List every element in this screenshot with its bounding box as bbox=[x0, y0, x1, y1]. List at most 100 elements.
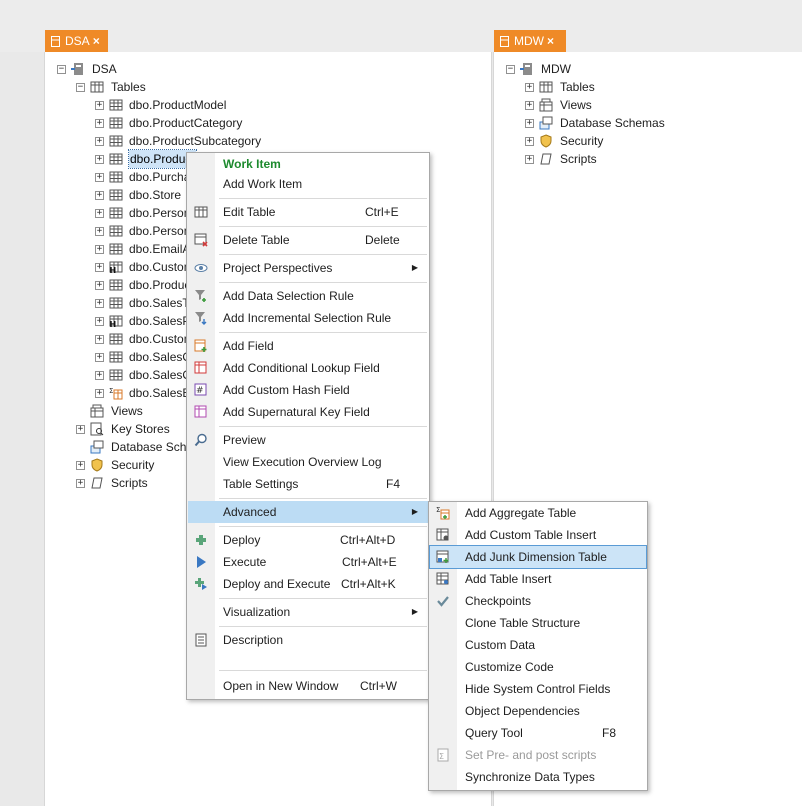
database-icon bbox=[71, 63, 83, 75]
menu-item-add-data-selection-rule[interactable]: Add Data Selection Rule bbox=[188, 285, 428, 307]
script-disabled-icon: Σ bbox=[437, 748, 449, 762]
menu-item-add-aggregate-table[interactable]: Σ Add Aggregate Table bbox=[430, 502, 646, 524]
menu-item-synchronize-data-types[interactable]: Synchronize Data Types bbox=[430, 766, 646, 788]
add-field-icon bbox=[194, 339, 207, 352]
menu-label: Advanced bbox=[223, 505, 277, 519]
menu-item-deploy-and-execute[interactable]: Deploy and Execute Ctrl+Alt+K bbox=[188, 573, 428, 595]
menu-item-add-supernatural-key-field[interactable]: Add Supernatural Key Field bbox=[188, 401, 428, 423]
menu-item-hide-system-control-fields[interactable]: Hide System Control Fields bbox=[430, 678, 646, 700]
menu-label: Preview bbox=[223, 433, 266, 447]
expand-icon[interactable]: + bbox=[95, 227, 104, 236]
expand-icon[interactable]: + bbox=[95, 137, 104, 146]
menu-label: View Execution Overview Log bbox=[223, 455, 382, 469]
expand-icon[interactable]: + bbox=[95, 281, 104, 290]
menu-item-description[interactable]: Description bbox=[188, 629, 428, 651]
expand-icon[interactable]: + bbox=[95, 335, 104, 344]
menu-item-add-work-item[interactable]: Add Work Item bbox=[188, 173, 428, 195]
collapse-icon[interactable]: − bbox=[506, 65, 515, 74]
menu-item-project-perspectives[interactable]: Project Perspectives ▶ bbox=[188, 257, 428, 279]
tab-mdw-close-icon[interactable]: × bbox=[547, 34, 554, 48]
svg-text:Σ: Σ bbox=[436, 506, 440, 514]
menu-item-add-conditional-lookup-field[interactable]: Add Conditional Lookup Field bbox=[188, 357, 428, 379]
menu-item-preview[interactable]: Preview bbox=[188, 429, 428, 451]
tab-dsa[interactable]: DSA × bbox=[45, 30, 108, 52]
tree-label: Security bbox=[111, 458, 155, 472]
expand-icon[interactable]: + bbox=[525, 155, 534, 164]
table-icon bbox=[109, 153, 123, 165]
tree-node-table[interactable]: + dbo.ProductModel bbox=[45, 96, 345, 114]
expand-icon[interactable]: + bbox=[95, 263, 104, 272]
menu-item-object-dependencies[interactable]: Object Dependencies bbox=[430, 700, 646, 722]
menu-item-add-junk-dimension-table[interactable]: Add Junk Dimension Table bbox=[429, 545, 647, 569]
expand-icon[interactable]: + bbox=[95, 191, 104, 200]
menu-item-add-incremental-selection-rule[interactable]: Add Incremental Selection Rule bbox=[188, 307, 428, 329]
expand-icon[interactable]: + bbox=[95, 245, 104, 254]
expand-icon[interactable]: + bbox=[525, 101, 534, 110]
menu-item-deploy[interactable]: Deploy Ctrl+Alt+D bbox=[188, 529, 428, 551]
hash-field-icon: # bbox=[194, 383, 207, 396]
menu-item-query-tool[interactable]: Query Tool F8 bbox=[430, 722, 646, 744]
menu-item-edit-table[interactable]: Edit Table Ctrl+E bbox=[188, 201, 428, 223]
tree-node-table[interactable]: + dbo.ProductCategory bbox=[45, 114, 345, 132]
menu-item-custom-data[interactable]: Custom Data bbox=[430, 634, 646, 656]
tree-node-mdw-views[interactable]: + Views bbox=[494, 96, 694, 114]
menu-label: Add Work Item bbox=[223, 177, 303, 191]
expand-icon[interactable]: + bbox=[95, 317, 104, 326]
expand-icon[interactable]: + bbox=[95, 209, 104, 218]
expand-icon[interactable]: + bbox=[76, 425, 85, 434]
history-table-icon: H bbox=[109, 315, 123, 328]
menu-item-table-settings[interactable]: Table Settings F4 bbox=[188, 473, 428, 495]
tree-label: dbo.ProductModel bbox=[129, 98, 227, 112]
expand-icon[interactable]: + bbox=[95, 173, 104, 182]
tree-node-table[interactable]: + dbo.ProductSubcategory bbox=[45, 132, 345, 150]
menu-item-execute[interactable]: Execute Ctrl+Alt+E bbox=[188, 551, 428, 573]
menu-item-delete-table[interactable]: Delete Table Delete bbox=[188, 229, 428, 251]
expand-icon[interactable]: + bbox=[95, 299, 104, 308]
menu-item-advanced[interactable]: Advanced ▶ bbox=[188, 501, 428, 523]
tree-node-tables[interactable]: − Tables bbox=[45, 78, 245, 96]
expand-icon[interactable]: + bbox=[95, 119, 104, 128]
menu-item-add-field[interactable]: Add Field bbox=[188, 335, 428, 357]
menu-item-set-pre-post-scripts[interactable]: Σ Set Pre- and post scripts bbox=[430, 744, 646, 766]
tree-node-dsa[interactable]: − DSA bbox=[45, 60, 245, 78]
collapse-icon[interactable]: − bbox=[76, 83, 85, 92]
database-schema-icon bbox=[90, 440, 104, 454]
menu-item-customize-code[interactable]: Customize Code bbox=[430, 656, 646, 678]
menu-item-add-custom-hash-field[interactable]: # Add Custom Hash Field bbox=[188, 379, 428, 401]
menu-item-clone-table-structure[interactable]: Clone Table Structure bbox=[430, 612, 646, 634]
tree-node-mdw-database-schemas[interactable]: + Database Schemas bbox=[494, 114, 694, 132]
expand-icon[interactable]: + bbox=[525, 83, 534, 92]
tree-node-mdw[interactable]: − MDW bbox=[494, 60, 694, 78]
menu-shortcut: Ctrl+W bbox=[360, 679, 397, 693]
expand-icon[interactable]: + bbox=[525, 137, 534, 146]
tab-mdw[interactable]: MDW × bbox=[494, 30, 566, 52]
expand-icon[interactable]: + bbox=[76, 479, 85, 488]
tree-label: dbo.Store bbox=[129, 188, 182, 202]
menu-label: Edit Table bbox=[223, 205, 276, 219]
expand-icon[interactable]: + bbox=[525, 119, 534, 128]
menu-item-work-item[interactable]: Work Item bbox=[188, 153, 428, 175]
menu-item-view-execution-overview-log[interactable]: View Execution Overview Log bbox=[188, 451, 428, 473]
tree-node-mdw-tables[interactable]: + Tables bbox=[494, 78, 694, 96]
menu-item-add-table-insert[interactable]: Add Table Insert bbox=[430, 568, 646, 590]
tree-label: dbo.Product bbox=[129, 278, 194, 292]
menu-separator bbox=[219, 670, 427, 671]
menu-item-open-in-new-window[interactable]: Open in New Window Ctrl+W bbox=[188, 675, 428, 697]
tab-dsa-close-icon[interactable]: × bbox=[93, 34, 100, 48]
tree-node-mdw-security[interactable]: + Security bbox=[494, 132, 694, 150]
tree-node-mdw-scripts[interactable]: + Scripts bbox=[494, 150, 694, 168]
filter-incremental-icon bbox=[195, 312, 207, 325]
menu-item-checkpoints[interactable]: Checkpoints bbox=[430, 590, 646, 612]
menu-item-visualization[interactable]: Visualization ▶ bbox=[188, 601, 428, 623]
expand-icon[interactable]: + bbox=[95, 155, 104, 164]
expand-icon[interactable]: + bbox=[95, 353, 104, 362]
expand-icon[interactable]: + bbox=[76, 461, 85, 470]
expand-icon[interactable]: + bbox=[95, 371, 104, 380]
tree-label: Scripts bbox=[560, 152, 597, 166]
expand-icon[interactable]: + bbox=[95, 389, 104, 398]
menu-label: Project Perspectives bbox=[223, 261, 333, 275]
menu-label: Set Pre- and post scripts bbox=[465, 748, 597, 762]
collapse-icon[interactable]: − bbox=[57, 65, 66, 74]
menu-item-add-custom-table-insert[interactable]: Add Custom Table Insert bbox=[430, 524, 646, 546]
expand-icon[interactable]: + bbox=[95, 101, 104, 110]
